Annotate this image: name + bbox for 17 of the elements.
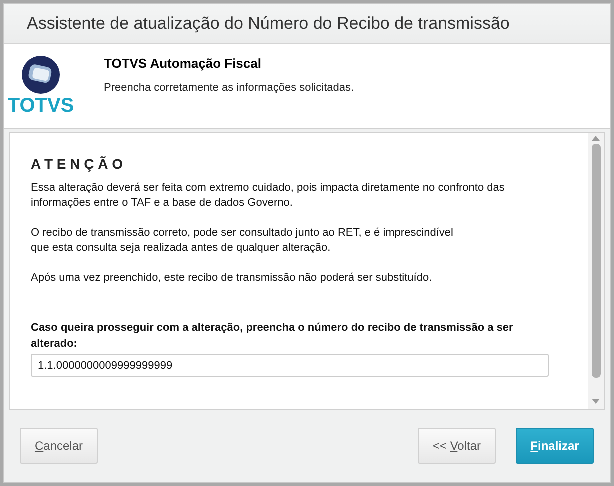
logo-icon (21, 55, 61, 95)
logo-text: TOTVS (8, 96, 74, 116)
scrollbar[interactable] (588, 133, 604, 409)
field-label: Caso queira prosseguir com a alteração, preencha o número do recibo de transmissão a ser alterado: (31, 321, 514, 352)
scroll-up-icon[interactable] (592, 136, 600, 141)
window-title: Assistente de atualização do Número do Recibo de transmissão (27, 12, 510, 35)
wizard-button[interactable]: << Voltar (418, 428, 496, 464)
receipt-number-field[interactable]: 1.1.0000000009999999999 (31, 354, 549, 377)
scroll-down-icon[interactable] (592, 399, 600, 404)
header-title: TOTVS Automação Fiscal (104, 55, 262, 73)
scroll-thumb[interactable] (592, 144, 600, 378)
wizard-button[interactable]: Cancelar (20, 428, 98, 464)
warning-paragraph: Essa alteração deverá ser feita com extremo cuidado, pois impacta diretamente no confronto das informações entre o TAF e a base de dados Governo. (31, 181, 506, 211)
warning-heading: A T E N Ç Ã O (31, 155, 124, 174)
warning-paragraph: O recibo de transmissão correto, pode ser consultado junto ao RET, e é imprescindível que esta consulta seja realizada antes de qualquer alteração. (31, 226, 454, 256)
warning-paragraph: Após uma vez preenchido, este recibo de transmissão não poderá ser substituído. (31, 271, 434, 286)
header-subtitle: Preencha corretamente as informações solicitadas. (104, 80, 354, 96)
